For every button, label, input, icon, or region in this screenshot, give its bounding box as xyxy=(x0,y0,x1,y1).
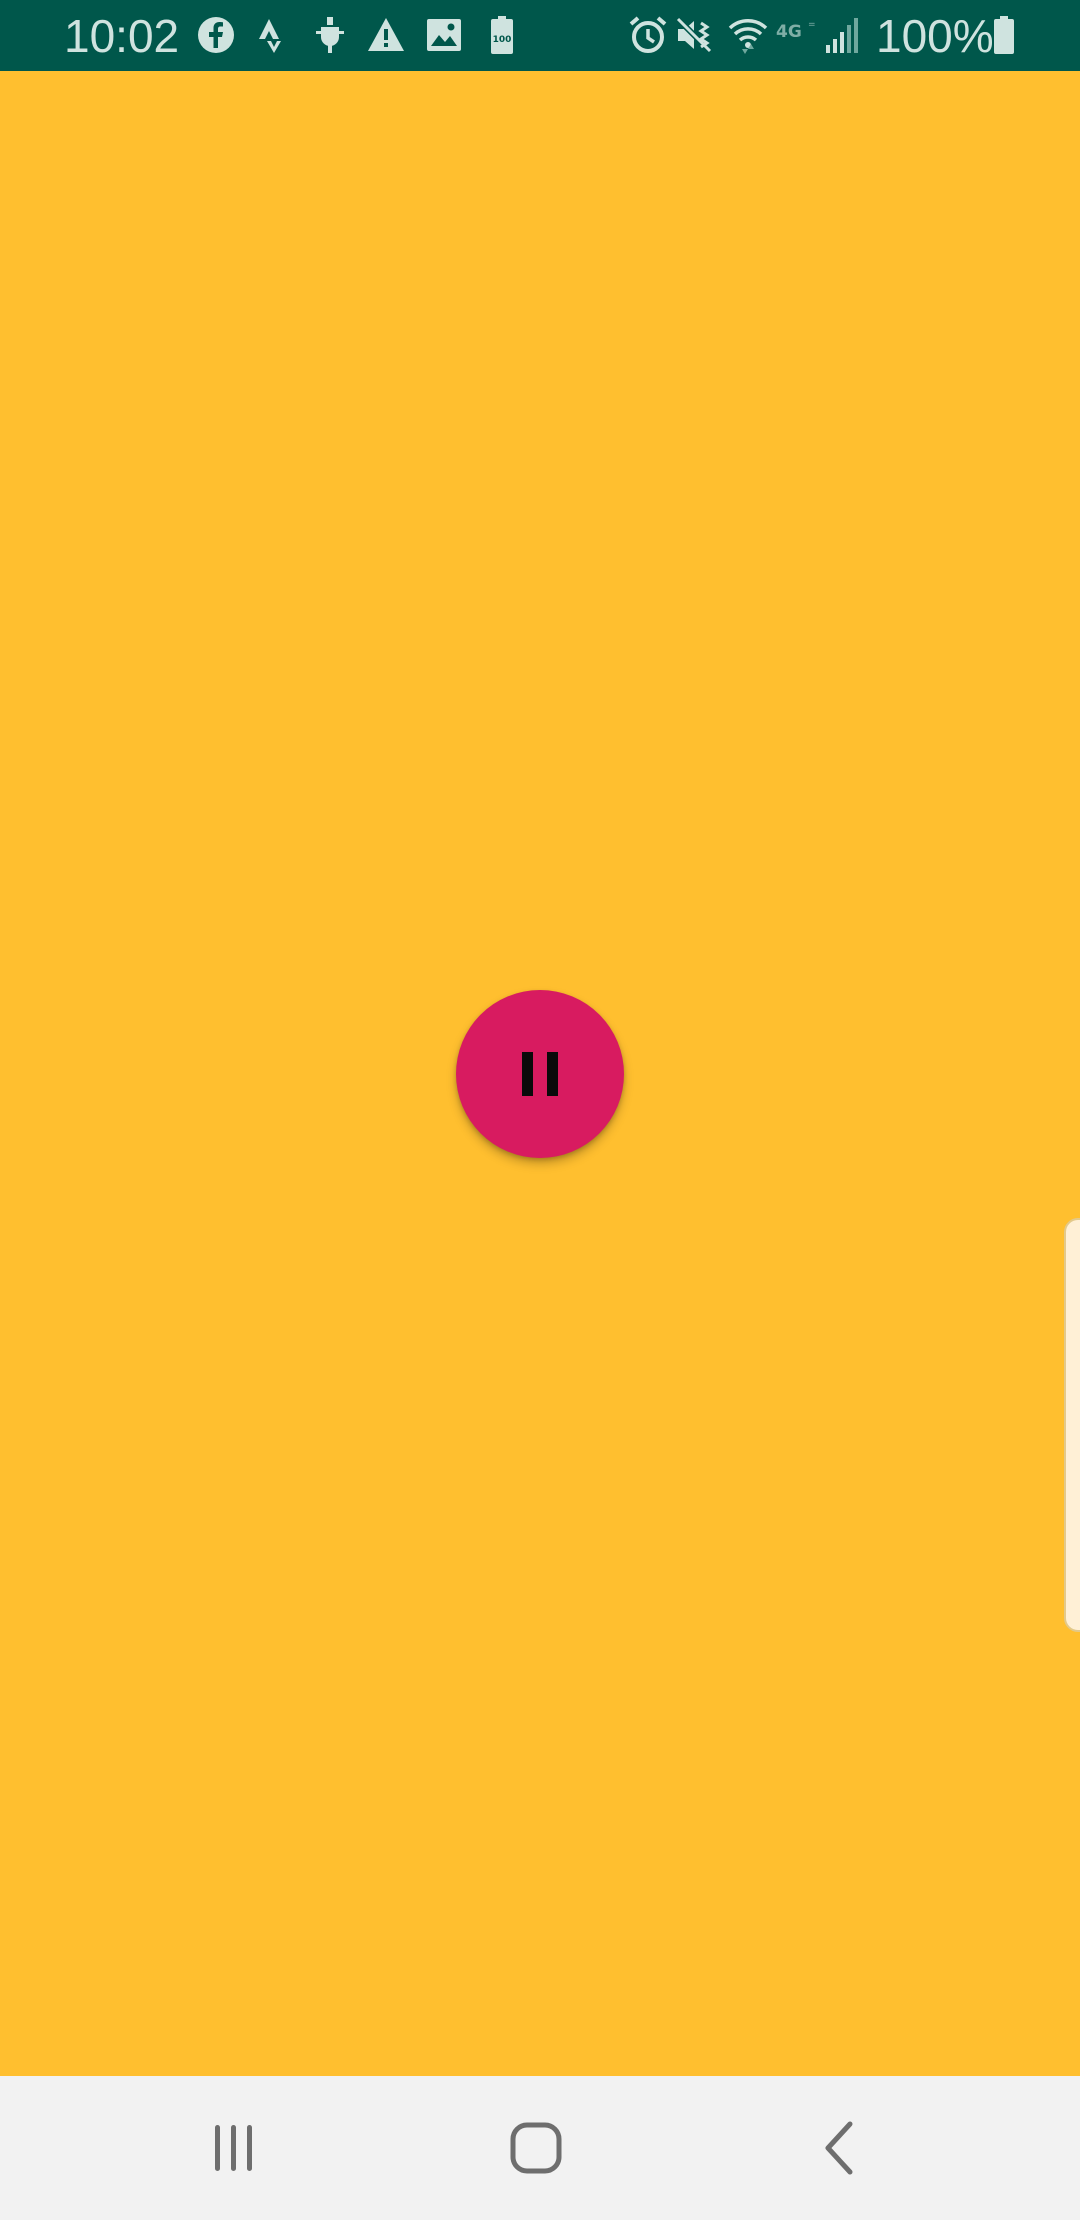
recent-apps-button[interactable] xyxy=(198,2112,270,2184)
svg-text:=: = xyxy=(808,20,816,30)
back-icon xyxy=(825,2121,853,2175)
home-icon xyxy=(510,2122,562,2174)
recent-apps-icon xyxy=(215,2125,252,2171)
svg-text:100: 100 xyxy=(493,35,512,45)
usb-debug-icon xyxy=(310,15,350,55)
image-icon xyxy=(424,15,464,55)
status-time: 10:02 xyxy=(64,10,180,62)
back-button[interactable] xyxy=(804,2112,876,2184)
warning-icon xyxy=(366,15,406,55)
edge-panel-handle[interactable] xyxy=(1064,1218,1080,1632)
vibrate-icon xyxy=(674,15,714,55)
pause-button[interactable] xyxy=(456,990,624,1158)
signal-icon xyxy=(822,15,862,55)
alarm-icon xyxy=(628,15,668,55)
wifi-icon xyxy=(728,15,768,55)
strava-icon xyxy=(254,15,294,55)
battery-icon xyxy=(984,15,1024,55)
battery-percent: 100% xyxy=(876,10,994,62)
pause-icon xyxy=(522,1052,558,1096)
facebook-icon xyxy=(196,15,236,55)
status-bar: 10:02 100 4G = 100% xyxy=(0,0,1080,71)
home-button[interactable] xyxy=(500,2112,572,2184)
svg-text:4G: 4G xyxy=(776,22,802,42)
battery-saver-icon: 100 xyxy=(482,15,522,55)
network-4g-icon: 4G = xyxy=(774,15,822,55)
